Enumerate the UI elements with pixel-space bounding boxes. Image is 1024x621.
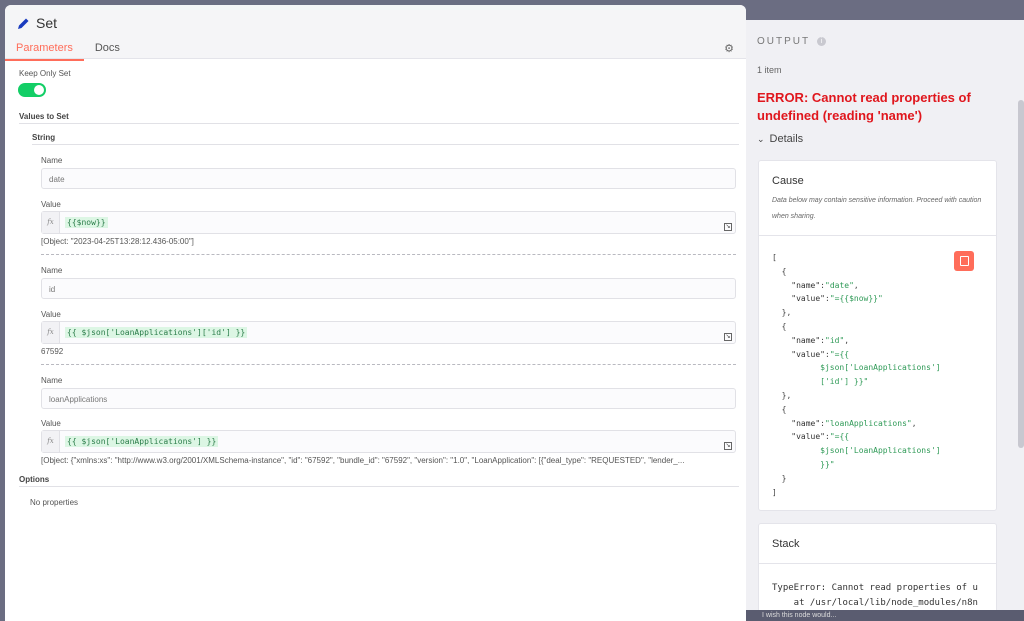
fx-icon: fx	[42, 212, 60, 233]
error-message: ERROR: Cannot read properties of undefin…	[757, 90, 971, 123]
details-label: Details	[769, 133, 804, 145]
value-label: Value	[41, 310, 61, 319]
cause-card: Cause Data below may contain sensitive i…	[758, 160, 997, 511]
dashed-divider	[41, 364, 736, 365]
value-label: Value	[41, 419, 61, 428]
node-tabs: Parameters Docs	[5, 39, 131, 61]
divider	[32, 144, 739, 145]
value-expression-field-loanapplications[interactable]: fx {{ $json['LoanApplications'] }} ↘	[41, 430, 736, 453]
name-label: Name	[41, 156, 63, 165]
node-parameters-panel: Set Parameters Docs ⚙ Keep Only Set Valu…	[5, 5, 746, 621]
stack-card: Stack TypeError: Cannot read properties …	[758, 523, 997, 621]
info-icon[interactable]: i	[817, 37, 827, 46]
name-field-date[interactable]: date	[41, 168, 736, 189]
output-title-text: OUTPUT	[757, 36, 811, 47]
values-to-set-label: Values to Set	[19, 112, 69, 121]
output-title: OUTPUT i	[757, 36, 827, 47]
chevron-down-icon: ⌄	[757, 133, 765, 144]
value-label: Value	[41, 200, 61, 209]
cause-header: Cause Data below may contain sensitive i…	[759, 161, 996, 236]
value-expression-field-date[interactable]: fx {{$now}} ↘	[41, 211, 736, 234]
cause-title: Cause	[772, 175, 804, 187]
no-properties-text: No properties	[30, 498, 79, 507]
node-header: Set Parameters Docs ⚙	[5, 5, 746, 61]
tab-parameters[interactable]: Parameters	[5, 39, 84, 61]
stack-line: TypeError: Cannot read properties of u	[772, 583, 978, 593]
tab-docs[interactable]: Docs	[84, 39, 131, 61]
expand-icon[interactable]: ↘	[724, 223, 732, 231]
items-count: 1 item	[757, 65, 782, 75]
expression-code: {{ $json['LoanApplications']['id'] }}	[65, 327, 248, 338]
copy-button[interactable]	[954, 251, 974, 271]
fx-icon: fx	[42, 431, 60, 452]
keep-only-set-toggle[interactable]	[18, 83, 46, 97]
expression-result: [Object: {"xmlns:xs": "http://www.w3.org…	[41, 456, 685, 465]
stack-line: at /usr/local/lib/node_modules/n8n	[772, 598, 978, 608]
expand-icon[interactable]: ↘	[724, 442, 732, 450]
node-title: Set	[17, 15, 57, 31]
name-field-loanapplications[interactable]: loanApplications	[41, 388, 736, 409]
feedback-bar[interactable]: I wish this node would...	[746, 610, 1024, 621]
cause-json: [ { "name":"date", "value":"={{$now}}" }…	[772, 253, 941, 497]
output-panel: OUTPUT i 1 item ERROR: Cannot read prope…	[746, 20, 1024, 621]
stack-trace: TypeError: Cannot read properties of u a…	[759, 564, 996, 611]
expand-icon[interactable]: ↘	[724, 333, 732, 341]
expression-result: [Object: "2023-04-25T13:28:12.436-05:00"…	[41, 237, 194, 246]
node-title-text[interactable]: Set	[36, 15, 57, 31]
keep-only-set-label: Keep Only Set	[19, 69, 71, 78]
toggle-knob	[34, 85, 44, 95]
fx-icon: fx	[42, 322, 60, 343]
expression-code: {{$now}}	[65, 217, 108, 228]
stack-title: Stack	[772, 538, 800, 550]
dashed-divider	[41, 254, 736, 255]
name-field-id[interactable]: id	[41, 278, 736, 299]
options-label: Options	[19, 475, 50, 484]
name-label: Name	[41, 266, 63, 275]
expression-result: 67592	[41, 347, 64, 356]
divider	[19, 486, 739, 487]
stack-header: Stack	[759, 524, 996, 564]
string-label: String	[32, 133, 56, 142]
cause-description: Data below may contain sensitive informa…	[772, 197, 982, 220]
details-toggle[interactable]: ⌄ Details	[757, 133, 803, 145]
expression-code: {{ $json['LoanApplications'] }}	[65, 436, 219, 447]
divider	[19, 123, 739, 124]
settings-gear-icon[interactable]: ⚙	[724, 42, 734, 55]
pen-icon	[18, 18, 29, 29]
value-expression-field-id[interactable]: fx {{ $json['LoanApplications']['id'] }}…	[41, 321, 736, 344]
scrollbar[interactable]	[1018, 100, 1024, 448]
name-label: Name	[41, 376, 63, 385]
